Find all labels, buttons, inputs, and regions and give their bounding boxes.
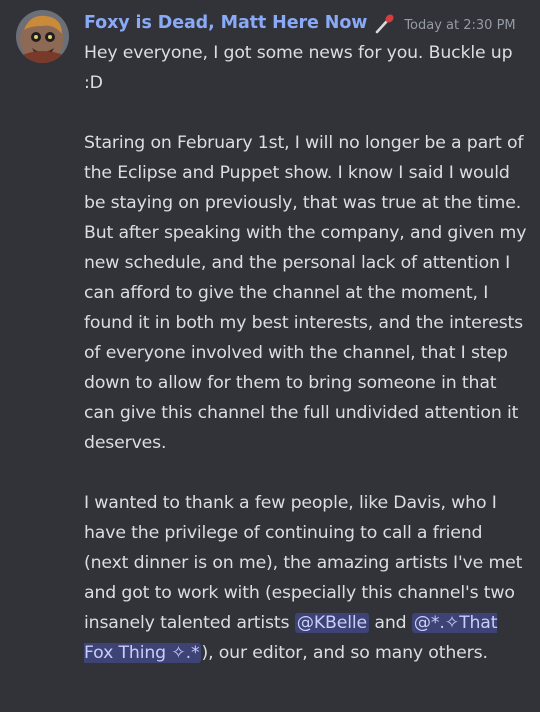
message-body: Hey everyone, I got some news for you. B…	[84, 38, 530, 668]
message-header: Foxy is Dead, Matt Here Now Today at 2:3…	[84, 8, 530, 38]
paragraph-3-text-3: ), our editor, and so many others.	[201, 643, 488, 663]
paragraph-3-text-2: and	[369, 613, 412, 633]
avatar[interactable]	[16, 10, 69, 63]
paragraph-1: Hey everyone, I got some news for you. B…	[84, 43, 513, 93]
paragraph-3: I wanted to thank a few people, like Dav…	[84, 488, 530, 668]
message-content: Foxy is Dead, Matt Here Now Today at 2:3…	[84, 8, 530, 668]
timestamp: Today at 2:30 PM	[404, 17, 516, 33]
mention-kbelle[interactable]: @KBelle	[294, 613, 370, 633]
username[interactable]: Foxy is Dead, Matt Here Now	[84, 13, 367, 33]
paragraph-2: Staring on February 1st, I will no longe…	[84, 133, 527, 453]
paragraph-3-text-1: I wanted to thank a few people, like Dav…	[84, 493, 523, 633]
chat-message: Foxy is Dead, Matt Here Now Today at 2:3…	[0, 0, 540, 712]
red-microphone-icon	[374, 12, 396, 34]
